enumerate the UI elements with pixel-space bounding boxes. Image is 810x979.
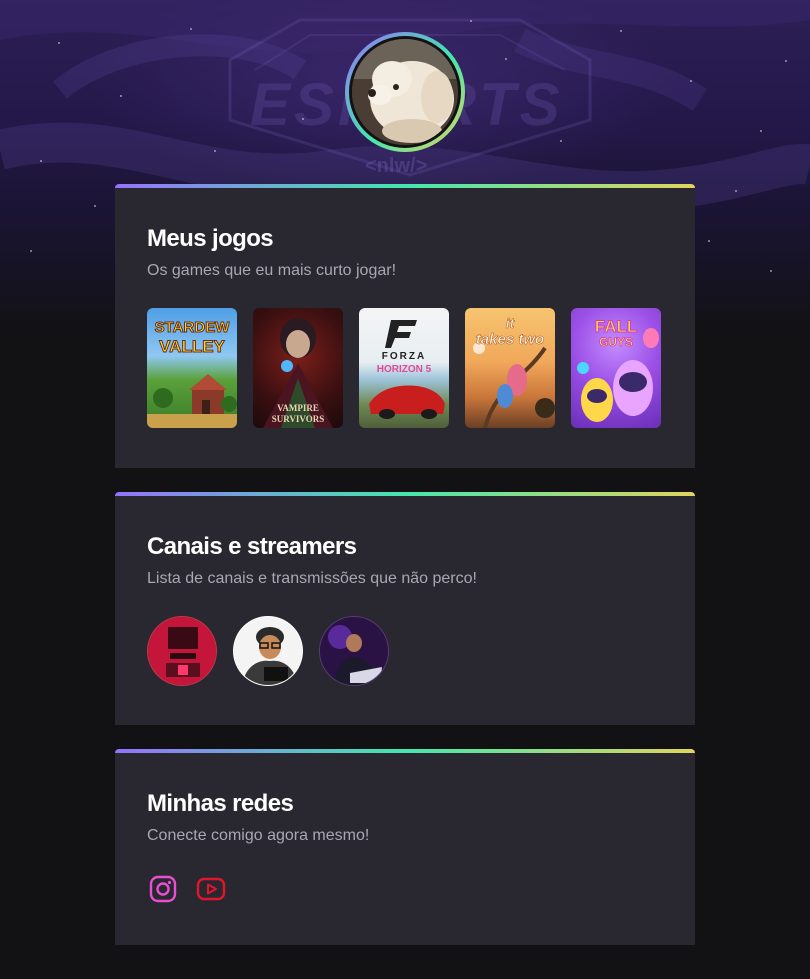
youtube-icon[interactable] [195, 873, 227, 905]
game-title-line2: VALLEY [159, 337, 226, 356]
social-subtitle: Conecte comigo agora mesmo! [147, 827, 370, 844]
social-links [147, 873, 663, 905]
dog-avatar-photo [352, 39, 458, 145]
streamer-avatar-red[interactable] [147, 616, 217, 686]
streamers-list [147, 616, 663, 686]
social-title: Minhas redes [147, 790, 294, 817]
game-vampire-survivors[interactable]: VAMPIRE SURVIVORS [253, 308, 343, 428]
channels-subtitle: Lista de canais e transmissões que não p… [147, 570, 477, 587]
svg-text:<nlw/>: <nlw/> [365, 155, 427, 177]
profile-avatar [345, 32, 465, 152]
streamer-avatar-purple[interactable] [319, 616, 389, 686]
games-card: Meus jogos Os games que eu mais curto jo… [115, 184, 695, 468]
game-it-takes-two[interactable]: it takes two [465, 308, 555, 428]
game-title-line1: FALL [594, 317, 638, 336]
game-title-line2: GUYS [598, 335, 634, 349]
games-subtitle: Os games que eu mais curto jogar! [147, 262, 397, 279]
game-title-line1: it [505, 315, 515, 331]
game-forza-horizon-5[interactable]: FORZA HORIZON 5 [359, 308, 449, 428]
game-title-line2: SURVIVORS [271, 414, 325, 424]
games-list: STARDEW VALLEY VAMPIRE SURVIVORS FORZA H… [147, 308, 663, 428]
channels-title: Canais e streamers [147, 533, 357, 560]
game-title-line2: takes two [475, 331, 545, 348]
game-title-line1: VAMPIRE [277, 403, 319, 413]
game-fall-guys[interactable]: FALL GUYS [571, 308, 661, 428]
game-title-line1: FORZA [381, 351, 427, 362]
social-card: Minhas redes Conecte comigo agora mesmo! [115, 749, 695, 945]
game-title-line2: HORIZON 5 [376, 364, 432, 375]
games-title: Meus jogos [147, 225, 274, 252]
game-stardew-valley[interactable]: STARDEW VALLEY [147, 308, 237, 428]
streamer-avatar-cartoon[interactable] [233, 616, 303, 686]
instagram-icon[interactable] [147, 873, 179, 905]
channels-card: Canais e streamers Lista de canais e tra… [115, 492, 695, 725]
game-title-line1: STARDEW [154, 319, 230, 336]
